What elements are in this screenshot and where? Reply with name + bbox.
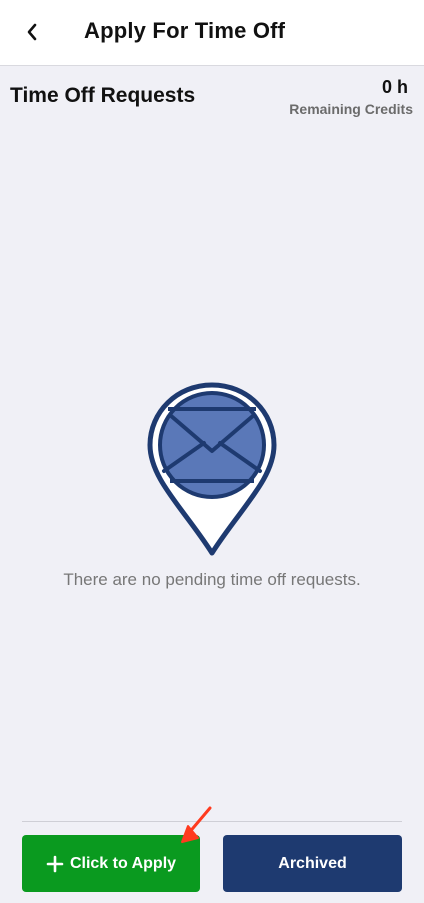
annotation-arrow-icon — [181, 806, 212, 843]
back-button[interactable] — [14, 14, 50, 50]
remaining-credits-label: Remaining Credits — [289, 101, 413, 117]
remaining-credits-value: 0 h — [381, 77, 408, 97]
apply-button-label: Click to Apply — [69, 854, 177, 872]
archived-button-label: Archived — [278, 854, 347, 872]
app-header: Apply For Time Off — [0, 0, 424, 66]
plus-icon — [46, 855, 64, 872]
map-pin-envelope-icon — [147, 382, 277, 556]
page-title: Apply For Time Off — [84, 18, 286, 43]
archived-button[interactable]: Archived — [223, 835, 402, 892]
section-title: Time Off Requests — [10, 84, 196, 107]
click-to-apply-button[interactable]: Click to Apply — [22, 835, 200, 892]
chevron-left-icon — [27, 23, 37, 41]
empty-state-message: There are no pending time off requests. — [63, 570, 361, 589]
